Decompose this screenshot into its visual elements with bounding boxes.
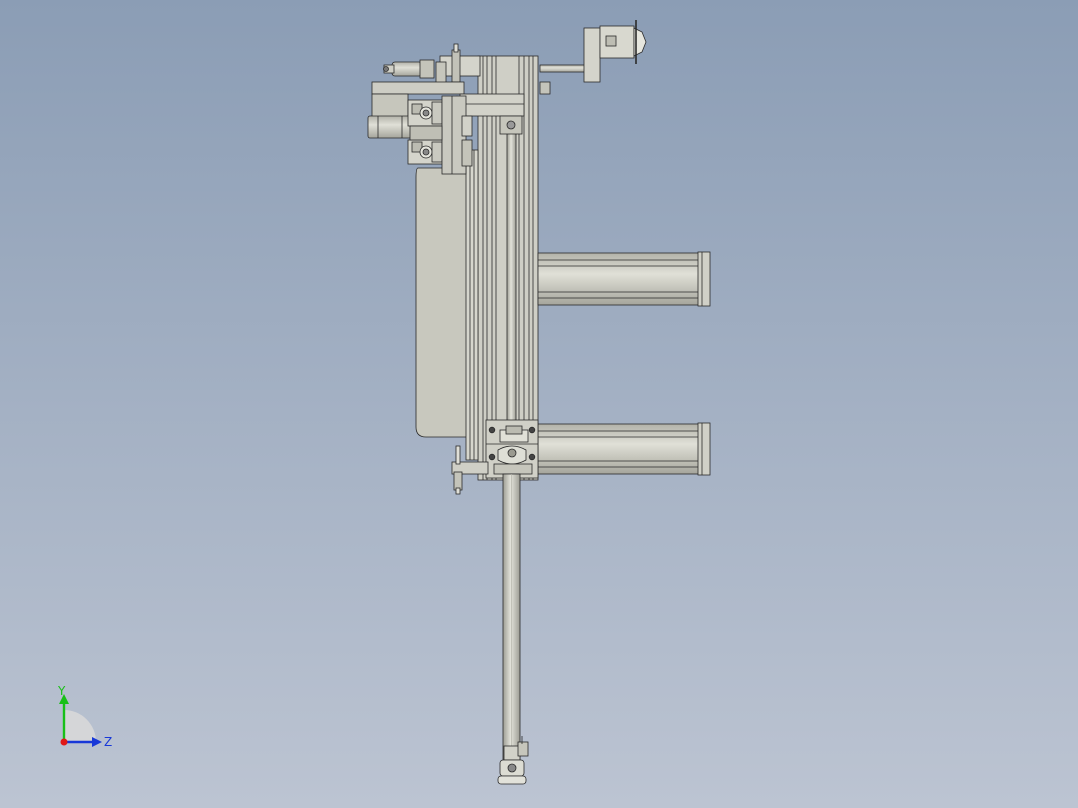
linear-guide-rail[interactable]	[465, 149, 479, 461]
side-cylinder[interactable]	[367, 115, 413, 139]
camera-sensor[interactable]	[539, 20, 647, 95]
guide-rod-upper[interactable]	[506, 127, 517, 431]
back-plate[interactable]	[415, 167, 469, 438]
vertical-push-rod[interactable]	[502, 473, 521, 765]
air-fitting-top[interactable]	[383, 59, 435, 79]
orientation-triad[interactable]: Y Z	[48, 684, 128, 754]
clamp-block-lower[interactable]	[407, 139, 445, 165]
y-axis-label: Y	[57, 684, 66, 698]
cad-graphics-viewport[interactable]: Y Z	[0, 0, 1078, 808]
horizontal-cylinder-lower[interactable]	[537, 422, 711, 476]
lower-carriage-block[interactable]	[485, 419, 539, 479]
z-axis-label: Z	[104, 735, 112, 749]
assembly-model[interactable]	[0, 0, 1078, 808]
horizontal-cylinder-upper[interactable]	[537, 251, 711, 307]
clamp-block-upper[interactable]	[407, 99, 445, 127]
